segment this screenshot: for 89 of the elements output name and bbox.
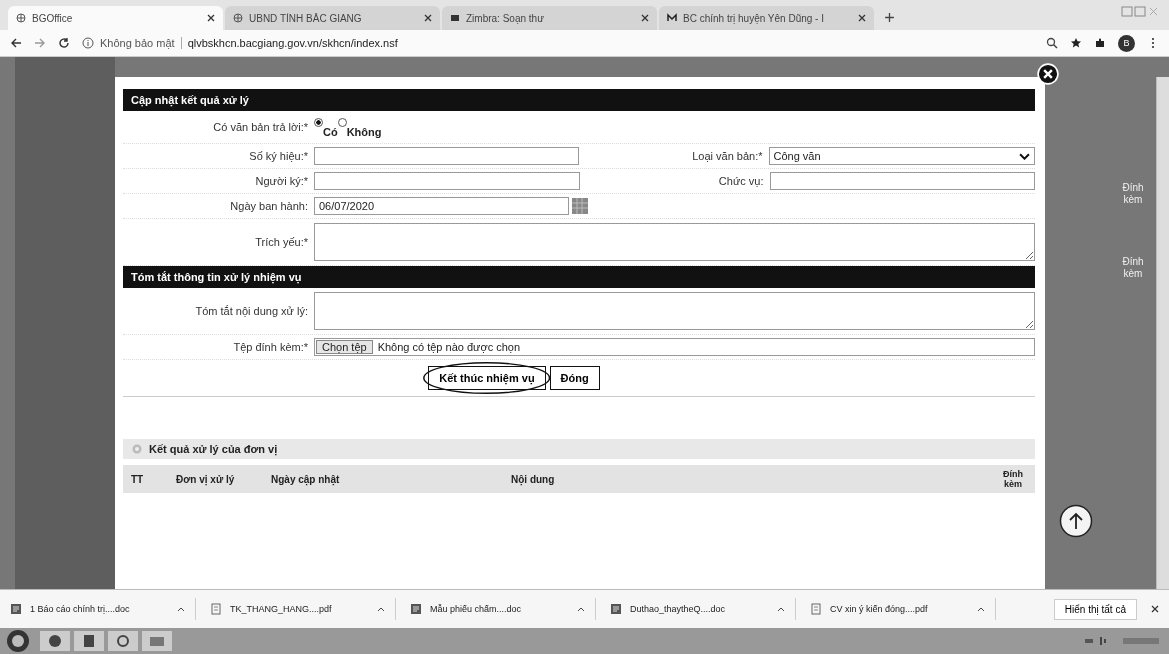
- dialog-button[interactable]: Kết thúc nhiệm vụ: [428, 366, 546, 390]
- section-header: Cập nhật kết quả xử lý: [123, 89, 1035, 111]
- caret-icon[interactable]: [377, 606, 385, 612]
- caret-icon[interactable]: [577, 606, 585, 612]
- tab-title: BC chính trị huyện Yên Dũng - I: [683, 12, 825, 24]
- field-label: Tệp đính kèm:*: [232, 341, 309, 353]
- scroll-top-icon[interactable]: [1059, 504, 1093, 538]
- download-item[interactable]: Mẫu phiếu chấm....doc: [410, 598, 596, 620]
- close-icon[interactable]: [1151, 605, 1159, 613]
- close-icon[interactable]: [424, 14, 432, 22]
- back-icon[interactable]: [10, 37, 22, 49]
- tab-title: Zimbra: Soạn thư: [466, 12, 545, 24]
- section-header: Tóm tắt thông tin xử lý nhiệm vụ: [123, 266, 1035, 288]
- field-label: Loại văn bản:*: [691, 150, 764, 162]
- tab-title: BGOffice: [32, 12, 74, 24]
- text-area[interactable]: [314, 223, 1035, 261]
- download-item[interactable]: 1 Báo cáo chính trị....doc: [10, 598, 196, 620]
- file-icon: [810, 603, 822, 615]
- show-all-button[interactable]: Hiển thị tất cả: [1053, 598, 1137, 620]
- document-icon: [410, 603, 422, 615]
- text-area[interactable]: [314, 292, 1035, 330]
- forward-icon[interactable]: [34, 37, 46, 49]
- info-icon: [82, 37, 94, 49]
- download-item[interactable]: TK_THANG_HANG....pdf: [210, 598, 396, 620]
- file-name: CV xin ý kiến đóng....pdf: [830, 604, 929, 614]
- security-label: Không bảo mật: [100, 37, 182, 49]
- star-icon[interactable]: [1070, 37, 1082, 49]
- reload-icon[interactable]: [58, 37, 70, 49]
- field-label: Số ký hiệu:*: [248, 150, 309, 162]
- date-field[interactable]: 06/07/2020: [314, 197, 569, 215]
- field-label: Trích yếu:*: [254, 236, 309, 248]
- document-icon: [610, 603, 622, 615]
- dialog-button[interactable]: Đóng: [549, 366, 600, 390]
- document-icon: [10, 603, 22, 615]
- field-label: Người ký:*: [254, 175, 309, 187]
- caret-icon[interactable]: [777, 606, 785, 612]
- folder-icon[interactable]: [142, 631, 172, 651]
- section-title: Kết quả xử lý của đơn vị: [149, 443, 278, 455]
- file-icon: [210, 603, 222, 615]
- file-status: Không có tệp nào được chọn: [377, 341, 521, 353]
- close-icon[interactable]: [858, 14, 866, 22]
- input-field[interactable]: [314, 172, 580, 190]
- download-item[interactable]: Duthao_thaytheQ....doc: [610, 598, 796, 620]
- dimmed-column-header: Đính kèm: [1121, 256, 1145, 280]
- field-label: Tóm tắt nội dung xử lý:: [194, 305, 309, 317]
- close-icon[interactable]: [207, 14, 215, 22]
- logo-icon: [450, 13, 460, 23]
- browser-tab[interactable]: Zimbra: Soạn thư: [442, 6, 657, 30]
- zoom-icon[interactable]: [1046, 37, 1058, 49]
- new-tab-icon[interactable]: [884, 12, 895, 23]
- input-field[interactable]: [769, 172, 1035, 190]
- url-text: qlvbskhcn.bacgiang.gov.vn/skhcn/index.nsf: [187, 37, 398, 49]
- profile-avatar[interactable]: B: [1118, 34, 1135, 52]
- field-label: Chức vụ:: [717, 175, 765, 187]
- column-header: Đính kèm: [1002, 469, 1024, 489]
- file-name: Mẫu phiếu chấm....doc: [430, 604, 523, 614]
- mail-icon: [667, 13, 677, 23]
- tab-title: UBND TỈNH BẮC GIANG: [249, 12, 363, 24]
- choose-file-button[interactable]: Chọn tệp: [316, 340, 373, 354]
- input-field[interactable]: [314, 147, 579, 165]
- close-icon[interactable]: [641, 14, 649, 22]
- file-name: Duthao_thaytheQ....doc: [630, 604, 727, 614]
- dropdown[interactable]: Công văn: [768, 147, 1035, 165]
- globe-icon: [233, 13, 243, 23]
- file-name: 1 Báo cáo chính trị....doc: [30, 604, 131, 614]
- radio-label: Có: [323, 126, 338, 138]
- browser-tab[interactable]: BC chính trị huyện Yên Dũng - I: [659, 6, 874, 30]
- caret-icon[interactable]: [177, 606, 185, 612]
- chevron-icon: [1019, 152, 1030, 160]
- start-icon[interactable]: [6, 629, 30, 653]
- app-icon[interactable]: [108, 631, 138, 651]
- caret-icon[interactable]: [977, 606, 985, 612]
- column-header: Nội dung: [511, 473, 556, 485]
- dimmed-column-header: Đính kèm: [1121, 182, 1145, 206]
- radio-label: Không: [346, 126, 382, 138]
- download-item[interactable]: CV xin ý kiến đóng....pdf: [810, 598, 996, 620]
- radio-button[interactable]: [314, 118, 323, 127]
- field-label: Có văn bản trả lời:*: [212, 121, 309, 133]
- column-header: Đơn vị xử lý: [176, 473, 236, 485]
- column-header: Ngày cập nhật: [271, 473, 341, 485]
- browser-tab[interactable]: UBND TỈNH BẮC GIANG: [225, 6, 440, 30]
- file-input[interactable]: Chọn tệp Không có tệp nào được chọn: [314, 338, 1035, 356]
- field-label: Ngày ban hành:: [229, 200, 309, 212]
- globe-icon: [16, 13, 26, 23]
- address-bar[interactable]: Không bảo mật qlvbskhcn.bacgiang.gov.vn/skhcn/index.nsf: [82, 37, 782, 49]
- scrollbar[interactable]: [1156, 77, 1169, 589]
- browser-tab[interactable]: BGOffice: [8, 6, 223, 30]
- file-name: TK_THANG_HANG....pdf: [230, 604, 333, 614]
- column-header: TT: [131, 473, 145, 485]
